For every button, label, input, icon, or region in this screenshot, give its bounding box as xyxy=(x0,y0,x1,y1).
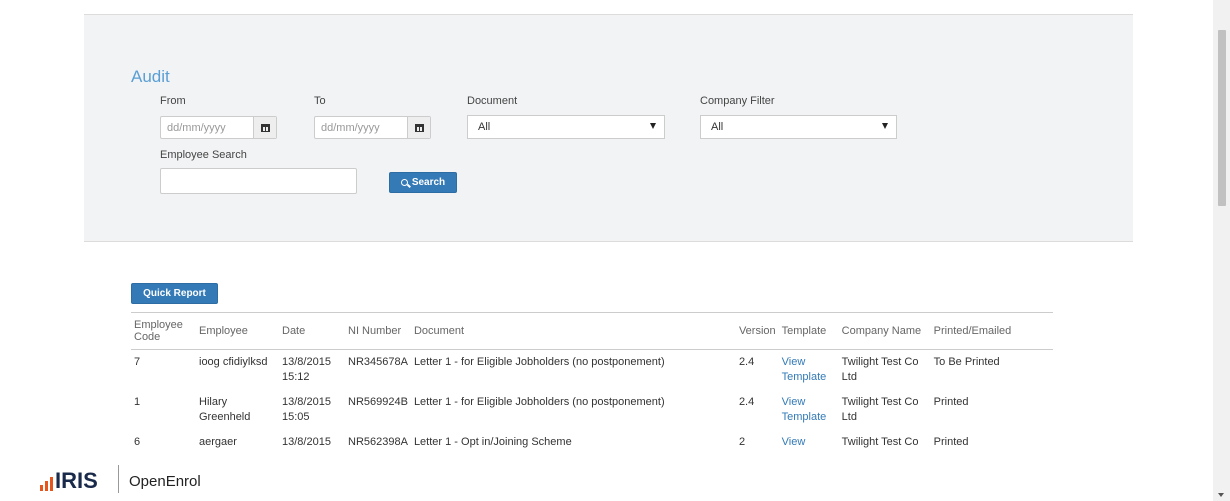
to-date-field[interactable]: dd/mm/yyyy xyxy=(314,116,431,139)
audit-table: Employee Code Employee Date NI Number Do… xyxy=(131,312,1053,455)
cell-status: Printed xyxy=(933,396,969,408)
cell-document: Letter 1 - for Eligible Jobholders (no p… xyxy=(413,396,665,408)
search-icon xyxy=(400,179,408,186)
quick-report-button[interactable]: Quick Report xyxy=(131,283,218,304)
chevron-down-icon xyxy=(882,123,888,129)
cell-employee-code: 1 xyxy=(134,396,141,408)
from-calendar-button[interactable] xyxy=(253,117,276,138)
vertical-scrollbar[interactable] xyxy=(1213,0,1230,501)
cell-ni-number: NR345678A xyxy=(348,356,408,368)
from-date-placeholder: dd/mm/yyyy xyxy=(167,122,226,134)
to-calendar-button[interactable] xyxy=(407,117,430,138)
app-name: OpenEnrol xyxy=(129,473,201,490)
calendar-icon xyxy=(414,123,424,132)
iris-logo: IRIS xyxy=(40,468,98,494)
document-select[interactable]: All xyxy=(467,115,665,139)
scroll-down-arrow-icon[interactable] xyxy=(1218,493,1224,497)
document-select-value: All xyxy=(478,121,491,133)
cell-document: Letter 1 - Opt in/Joining Scheme xyxy=(413,436,572,448)
column-employee-code: Employee Code xyxy=(131,312,196,350)
brand-name: IRIS xyxy=(55,468,98,493)
from-label: From xyxy=(160,95,186,107)
calendar-icon xyxy=(260,123,270,132)
page-title: Audit xyxy=(131,67,170,86)
cell-employee: ioog cfidiylksd xyxy=(199,356,268,368)
cell-version: 2.4 xyxy=(738,396,755,408)
cell-date: 13/8/2015 xyxy=(282,436,331,448)
column-employee: Employee xyxy=(196,312,279,350)
to-label: To xyxy=(314,95,326,107)
view-template-link[interactable]: View Template xyxy=(779,350,839,391)
table-header-row: Employee Code Employee Date NI Number Do… xyxy=(131,312,1053,350)
column-version: Version xyxy=(735,312,779,350)
cell-status: Printed xyxy=(933,436,969,448)
column-company-name: Company Name xyxy=(838,312,931,350)
cell-date: 13/8/2015 15:12 xyxy=(282,356,331,383)
company-filter-select[interactable]: All xyxy=(700,115,897,139)
cell-employee-code: 7 xyxy=(134,356,141,368)
column-date: Date xyxy=(279,312,345,350)
cell-document: Letter 1 - for Eligible Jobholders (no p… xyxy=(413,356,665,368)
cell-ni-number: NR562398A xyxy=(348,436,408,448)
cell-employee: Hilary Greenheld xyxy=(199,396,251,423)
from-date-field[interactable]: dd/mm/yyyy xyxy=(160,116,277,139)
cell-employee: aergaer xyxy=(199,436,237,448)
employee-search-input[interactable] xyxy=(160,168,357,194)
cell-version: 2 xyxy=(738,436,746,448)
cell-version: 2.4 xyxy=(738,356,755,368)
cell-company-name: Twilight Test Co Ltd xyxy=(841,396,919,423)
search-button[interactable]: Search xyxy=(389,172,457,193)
cell-ni-number: NR569924B xyxy=(348,396,408,408)
column-ni-number: NI Number xyxy=(345,312,411,350)
company-filter-label: Company Filter xyxy=(700,95,775,107)
table-row: 1 Hilary Greenheld 13/8/2015 15:05 NR569… xyxy=(131,390,1053,430)
scrollbar-thumb[interactable] xyxy=(1218,30,1226,206)
document-label: Document xyxy=(467,95,518,107)
column-document: Document xyxy=(410,312,736,350)
table-row: 7 ioog cfidiylksd 13/8/2015 15:12 NR3456… xyxy=(131,350,1053,391)
cell-company-name: Twilight Test Co xyxy=(841,436,919,448)
column-template: Template xyxy=(778,312,839,350)
view-template-link[interactable]: View Template xyxy=(779,390,839,430)
logo-bars-icon xyxy=(40,477,53,494)
column-printed-emailed: Printed/Emailed xyxy=(930,312,1053,350)
employee-search-label: Employee Search xyxy=(160,149,247,161)
chevron-down-icon xyxy=(650,123,656,129)
company-filter-value: All xyxy=(711,121,724,133)
to-date-placeholder: dd/mm/yyyy xyxy=(321,122,380,134)
view-template-link[interactable]: View xyxy=(779,430,839,455)
footer-divider xyxy=(118,465,119,493)
footer-bar: IRIS OpenEnrol xyxy=(0,457,1210,501)
cell-status: To Be Printed xyxy=(933,356,1000,368)
cell-date: 13/8/2015 15:05 xyxy=(282,396,331,423)
search-button-label: Search xyxy=(411,177,446,188)
table-row: 6 aergaer 13/8/2015 NR562398A Letter 1 -… xyxy=(131,430,1053,455)
cell-employee-code: 6 xyxy=(134,436,141,448)
cell-company-name: Twilight Test Co Ltd xyxy=(841,356,919,383)
